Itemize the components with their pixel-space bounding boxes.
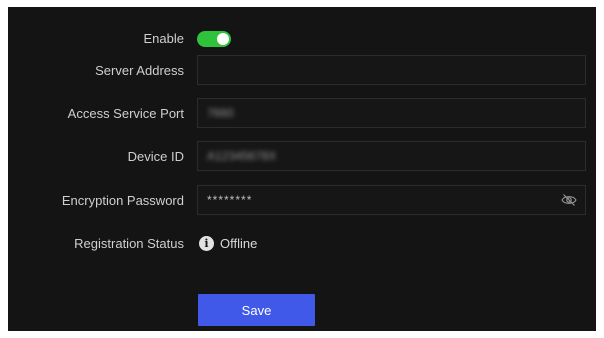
encryption-password-row: Encryption Password ********	[8, 185, 596, 217]
registration-status-row: Registration Status i Offline	[8, 228, 596, 260]
ehome-settings-panel: Enable Server Address Access Service Por…	[8, 7, 596, 331]
encryption-password-input[interactable]: ********	[197, 185, 586, 215]
access-service-port-input[interactable]: 7660	[197, 98, 586, 128]
device-id-label: Device ID	[127, 149, 184, 164]
server-address-row: Server Address	[8, 55, 596, 87]
enable-toggle[interactable]	[197, 31, 231, 47]
registration-status-value: Offline	[220, 236, 258, 251]
access-service-port-label: Access Service Port	[67, 106, 184, 121]
device-id-row: Device ID A12345678X	[8, 141, 596, 173]
save-button[interactable]: Save	[198, 294, 315, 326]
encryption-password-value: ********	[207, 193, 253, 207]
server-address-input[interactable]	[197, 55, 586, 85]
device-id-value: A12345678X	[207, 149, 277, 163]
toggle-knob	[217, 33, 229, 45]
access-service-port-value: 7660	[207, 106, 234, 120]
enable-row: Enable	[8, 23, 596, 55]
encryption-password-label: Encryption Password	[61, 193, 184, 208]
server-address-label: Server Address	[95, 63, 184, 78]
device-id-input[interactable]: A12345678X	[197, 141, 586, 171]
eye-slash-icon[interactable]	[561, 193, 577, 207]
enable-label: Enable	[143, 31, 184, 46]
registration-status-label: Registration Status	[74, 236, 184, 251]
info-icon: i	[199, 236, 214, 251]
access-service-port-row: Access Service Port 7660	[8, 98, 596, 130]
